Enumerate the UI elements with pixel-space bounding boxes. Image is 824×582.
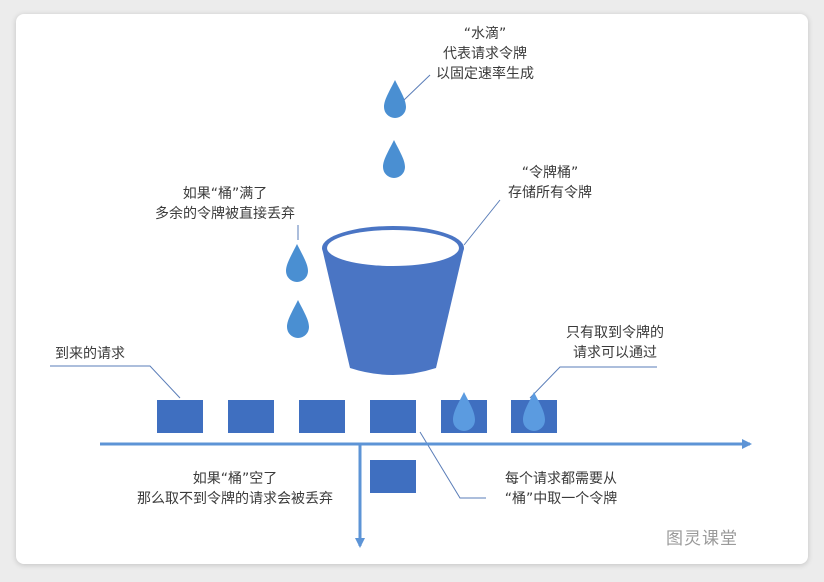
- rejected-request-box: [370, 460, 416, 493]
- bucket-full-label-line2: 多余的令牌被直接丢弃: [155, 206, 295, 222]
- token-bucket-label-line1: “令牌桶”: [521, 165, 579, 181]
- incoming-requests-label-line1: 到来的请求: [55, 346, 125, 362]
- token-drop-icon: [384, 80, 406, 118]
- overflow-drop-icon: [287, 300, 309, 338]
- water-drop-label-line3: 以固定速率生成: [436, 66, 534, 82]
- water-drop-label: “水滴” 代表请求令牌 以固定速率生成: [420, 24, 550, 84]
- passing-requests-label-line1: 只有取到令牌的: [566, 325, 664, 341]
- bucket-full-label: 如果“桶”满了 多余的令牌被直接丢弃: [130, 184, 320, 224]
- watermark-text: 图灵课堂: [666, 529, 738, 549]
- bucket-full-label-line1: 如果“桶”满了: [182, 186, 268, 202]
- each-request-label-line2: “桶”中取一个令牌: [504, 491, 618, 507]
- request-box: [299, 400, 345, 433]
- bucket-empty-label-line1: 如果“桶”空了: [192, 471, 278, 487]
- each-request-label: 每个请求都需要从 “桶”中取一个令牌: [486, 469, 636, 509]
- request-box: [370, 400, 416, 433]
- overflow-drop-icon: [286, 244, 308, 282]
- leader-line: [419, 431, 486, 499]
- leader-line: [463, 199, 501, 246]
- token-bucket-icon: [322, 226, 464, 375]
- bucket-empty-label-line2: 那么取不到令牌的请求会被丢弃: [137, 491, 333, 507]
- each-request-label-line1: 每个请求都需要从: [505, 471, 617, 487]
- token-drop-icon: [453, 392, 475, 431]
- leader-line: [50, 365, 181, 399]
- incoming-requests-label: 到来的请求: [55, 344, 125, 364]
- water-drop-label-line1: “水滴”: [463, 26, 507, 42]
- token-bucket-label-line2: 存储所有令牌: [508, 185, 592, 201]
- passing-requests-label-line2: 请求可以通过: [573, 345, 657, 361]
- leader-line: [529, 366, 657, 399]
- token-bucket-label: “令牌桶” 存储所有令牌: [490, 163, 610, 203]
- request-box: [157, 400, 203, 433]
- request-box: [228, 400, 274, 433]
- token-drop-icon: [523, 392, 545, 431]
- bucket-empty-label: 如果“桶”空了 那么取不到令牌的请求会被丢弃: [100, 469, 370, 509]
- passing-requests-label: 只有取到令牌的 请求可以通过: [560, 323, 670, 363]
- water-drop-label-line2: 代表请求令牌: [443, 46, 527, 62]
- token-drop-icon: [383, 140, 405, 178]
